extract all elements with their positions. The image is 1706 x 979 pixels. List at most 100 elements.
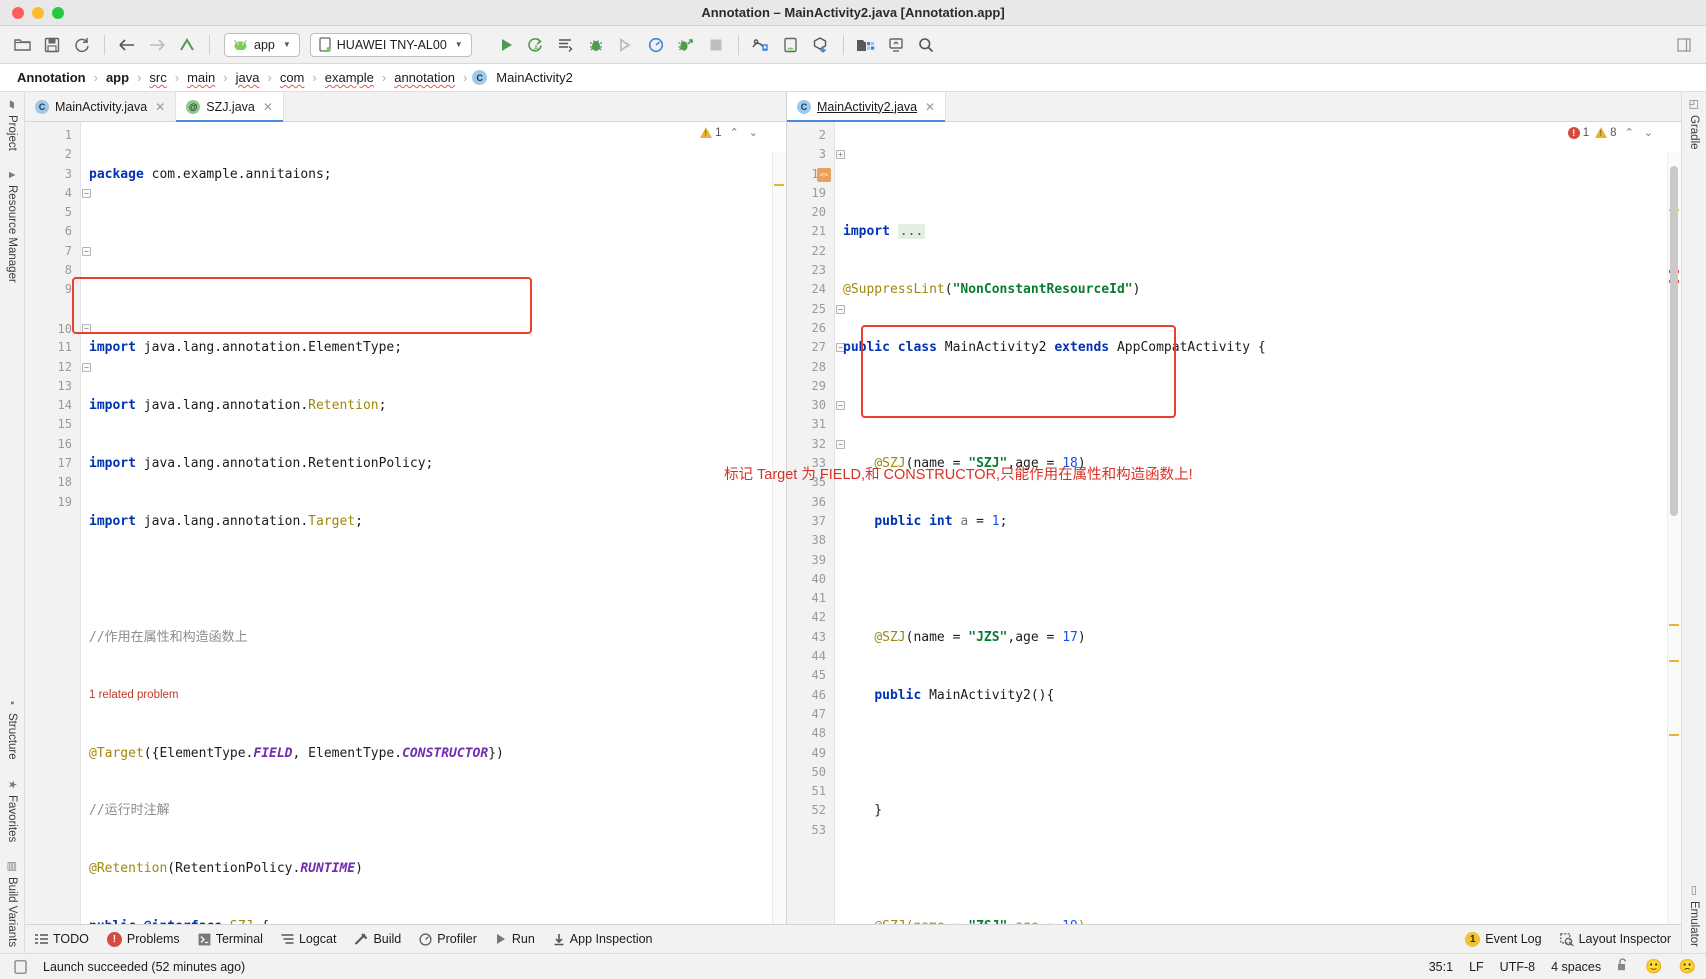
tab-mainactivity2-java[interactable]: C MainActivity2.java ✕: [787, 92, 947, 122]
tool-terminal[interactable]: Terminal: [198, 932, 263, 946]
folder-open-icon[interactable]: [8, 32, 36, 58]
previous-problem-icon[interactable]: ⌃: [1623, 126, 1636, 139]
tool-build[interactable]: Build: [354, 932, 401, 946]
debug-icon[interactable]: [582, 32, 610, 58]
gradle-sync-icon[interactable]: [807, 32, 835, 58]
left-editor-pane: C MainActivity.java ✕ @ SZJ.java ✕ 1 2 3…: [25, 92, 787, 924]
close-icon[interactable]: ✕: [155, 100, 165, 114]
breadcrumb-separator: ›: [93, 70, 98, 85]
tool-profiler[interactable]: Profiler: [419, 932, 477, 946]
next-problem-icon[interactable]: ⌄: [747, 126, 760, 139]
breadcrumb-item-src[interactable]: src: [146, 70, 169, 85]
breadcrumb-item-java[interactable]: java: [233, 70, 263, 85]
annotation-file-icon: @: [186, 99, 201, 114]
breadcrumb-item-annotation[interactable]: Annotation: [14, 70, 89, 85]
left-line-numbers: 1 2 3 4− 5 6 7− 8 9 10− 11 12− 13 14 15 …: [25, 122, 91, 924]
module-selector[interactable]: app ▼: [224, 32, 300, 57]
run-with-coverage-icon[interactable]: [672, 32, 700, 58]
sidebar-item-gradle[interactable]: ◱ Gradle: [1688, 98, 1701, 150]
unlocked-icon[interactable]: [1617, 958, 1629, 975]
left-error-stripe[interactable]: [772, 152, 786, 924]
tool-app-inspection[interactable]: App Inspection: [553, 932, 653, 946]
device-icon: [14, 959, 27, 974]
left-editor-viewport[interactable]: 1 2 3 4− 5 6 7− 8 9 10− 11 12− 13 14 15 …: [25, 122, 786, 924]
code-line: public MainActivity2(){: [874, 687, 1055, 703]
left-code-content[interactable]: package com.example.annitaions; import j…: [81, 122, 786, 924]
right-code-content[interactable]: import ... @SuppressLint("NonConstantRes…: [835, 122, 1681, 924]
breadcrumb-item-annotation-pkg[interactable]: annotation: [391, 70, 458, 85]
tool-event-log[interactable]: 1 Event Log: [1465, 931, 1542, 947]
problems-icon: !: [106, 931, 122, 947]
avd-manager-icon[interactable]: [747, 32, 775, 58]
previous-problem-icon[interactable]: ⌃: [728, 126, 741, 139]
run-icon[interactable]: [492, 32, 520, 58]
tool-layout-inspector[interactable]: Layout Inspector: [1559, 932, 1671, 946]
profiler-icon[interactable]: [642, 32, 670, 58]
breadcrumb-item-com[interactable]: com: [277, 70, 308, 85]
sidebar-item-structure[interactable]: ▪ Structure: [6, 697, 18, 760]
close-icon[interactable]: ✕: [263, 100, 273, 114]
breadcrumb-item-app[interactable]: app: [103, 70, 132, 85]
apply-code-changes-icon[interactable]: [552, 32, 580, 58]
stop-icon[interactable]: [702, 32, 730, 58]
warning-indicator[interactable]: 8: [1595, 127, 1617, 139]
warning-triangle-icon: [1595, 127, 1608, 138]
forward-arrow-icon[interactable]: [143, 32, 171, 58]
breadcrumb-item-mainactivity2[interactable]: MainActivity2: [493, 70, 576, 85]
sidebar-item-resource-manager[interactable]: ▲ Resource Manager: [6, 169, 18, 283]
class-icon: C: [472, 70, 488, 85]
sdk-manager-icon[interactable]: [777, 32, 805, 58]
search-everywhere-icon[interactable]: [912, 32, 940, 58]
sidebar-item-build-variants[interactable]: ▤ Build Variants: [6, 860, 19, 947]
undo-icon[interactable]: [173, 32, 201, 58]
tab-mainactivity-java[interactable]: C MainActivity.java ✕: [25, 92, 177, 121]
tool-todo[interactable]: TODO: [35, 932, 89, 946]
close-icon[interactable]: ✕: [925, 100, 935, 114]
indent-setting[interactable]: 4 spaces: [1551, 960, 1601, 974]
file-encoding[interactable]: UTF-8: [1500, 960, 1535, 974]
device-file-explorer-icon[interactable]: [882, 32, 910, 58]
right-editor-viewport[interactable]: 2 3+ 18 19 20 21 22 23 24 25− 26 27−: [787, 122, 1681, 924]
star-icon: ★: [5, 777, 19, 790]
tool-logcat[interactable]: Logcat: [281, 932, 336, 946]
sad-feedback-icon[interactable]: 🙁: [1679, 958, 1696, 975]
sidebar-item-favorites[interactable]: ★ Favorites: [6, 778, 19, 842]
sync-icon[interactable]: [68, 32, 96, 58]
error-indicator[interactable]: ! 1: [1567, 126, 1589, 139]
breadcrumb-item-main[interactable]: main: [184, 70, 218, 85]
next-problem-icon[interactable]: ⌄: [1642, 126, 1655, 139]
right-line-numbers: 2 3+ 18 19 20 21 22 23 24 25− 26 27−: [787, 122, 845, 924]
layout-toggle-icon[interactable]: [1670, 32, 1698, 58]
breadcrumb-separator: ›: [267, 70, 272, 85]
caret-position[interactable]: 35:1: [1429, 960, 1453, 974]
code-line: import ...: [843, 224, 926, 240]
logcat-icon: [281, 934, 294, 944]
line-separator[interactable]: LF: [1469, 960, 1484, 974]
code-line: import java.lang.annotation.Target;: [89, 513, 363, 529]
build-hammer-icon: [355, 932, 368, 945]
right-error-stripe[interactable]: [1667, 152, 1681, 924]
tool-run[interactable]: Run: [495, 932, 535, 946]
tool-problems[interactable]: ! Problems: [106, 931, 180, 947]
toolbar-divider-3: [737, 34, 739, 55]
sidebar-item-emulator[interactable]: ▭ Emulator: [1688, 884, 1701, 947]
back-arrow-icon[interactable]: [113, 32, 141, 58]
resource-bundle-gutter-icon[interactable]: <>: [817, 168, 831, 182]
happy-feedback-icon[interactable]: 🙂: [1645, 958, 1662, 975]
breadcrumb-item-example[interactable]: example: [322, 70, 377, 85]
editor-area: C MainActivity.java ✕ @ SZJ.java ✕ 1 2 3…: [25, 92, 1681, 953]
attach-debugger-icon[interactable]: [612, 32, 640, 58]
warning-indicator[interactable]: 1: [700, 127, 722, 139]
save-icon[interactable]: [38, 32, 66, 58]
breadcrumb-separator: ›: [174, 70, 180, 85]
stripe-warning-mark: [1669, 624, 1679, 626]
tab-szj-java[interactable]: @ SZJ.java ✕: [176, 92, 284, 122]
stripe-warning-mark: [1669, 660, 1679, 662]
project-structure-icon[interactable]: [852, 32, 880, 58]
sidebar-item-project[interactable]: ▰ Project: [6, 98, 19, 151]
left-inspection-widget: 1 ⌃ ⌄: [700, 126, 760, 139]
folded-imports[interactable]: ...: [897, 224, 926, 240]
device-selector[interactable]: HUAWEI TNY-AL00 ▼: [309, 32, 472, 57]
apply-changes-icon[interactable]: A: [522, 32, 550, 58]
